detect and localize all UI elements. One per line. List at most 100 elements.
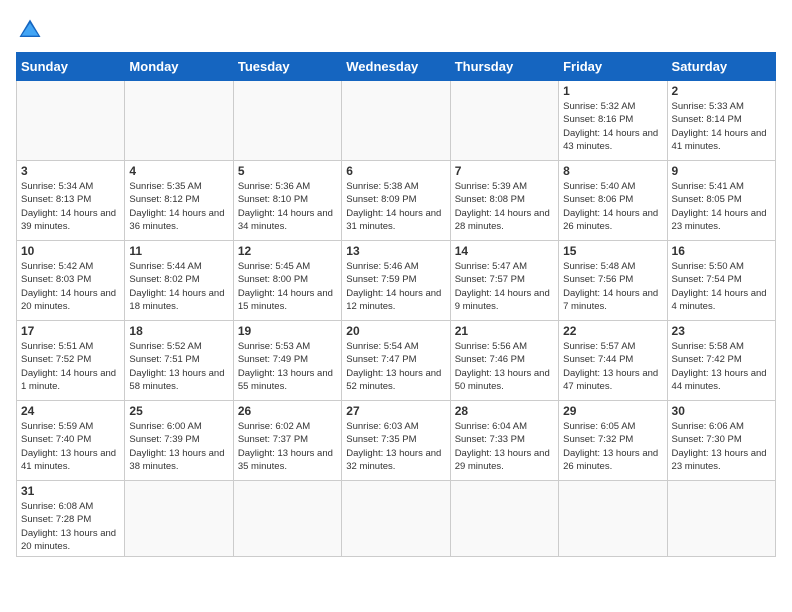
- calendar-cell: 2Sunrise: 5:33 AM Sunset: 8:14 PM Daylig…: [667, 81, 775, 161]
- day-number: 12: [238, 244, 337, 258]
- calendar-cell: 11 Sunrise: 5:44 AM Sunset: 8:02 PM Dayli…: [125, 241, 233, 321]
- calendar-cell: 30 Sunrise: 6:06 AM Sunset: 7:30 PM Dayli…: [667, 401, 775, 481]
- weekday-header-monday: Monday: [125, 53, 233, 81]
- calendar-cell: 22 Sunrise: 5:57 AM Sunset: 7:44 PM Dayli…: [559, 321, 667, 401]
- day-number: 8: [563, 164, 662, 178]
- day-number: 30: [672, 404, 771, 418]
- day-info: Sunrise: 5:53 AM Sunset: 7:49 PM Dayligh…: [238, 340, 337, 393]
- calendar-cell: 25 Sunrise: 6:00 AM Sunset: 7:39 PM Dayli…: [125, 401, 233, 481]
- day-info: Sunrise: 5:40 AM Sunset: 8:06 PM Dayligh…: [563, 180, 662, 233]
- calendar-cell: 15Sunrise: 5:48 AM Sunset: 7:56 PM Dayli…: [559, 241, 667, 321]
- day-info: Sunrise: 5:57 AM Sunset: 7:44 PM Dayligh…: [563, 340, 662, 393]
- day-info: Sunrise: 5:45 AM Sunset: 8:00 PM Dayligh…: [238, 260, 337, 313]
- day-info: Sunrise: 5:34 AM Sunset: 8:13 PM Dayligh…: [21, 180, 120, 233]
- day-number: 29: [563, 404, 662, 418]
- calendar-cell: 5 Sunrise: 5:36 AM Sunset: 8:10 PM Daylig…: [233, 161, 341, 241]
- calendar-week-row: 24 Sunrise: 5:59 AM Sunset: 7:40 PM Dayli…: [17, 401, 776, 481]
- calendar-cell: 26Sunrise: 6:02 AM Sunset: 7:37 PM Dayli…: [233, 401, 341, 481]
- day-number: 31: [21, 484, 120, 498]
- calendar-cell: 1 Sunrise: 5:32 AM Sunset: 8:16 PM Daylig…: [559, 81, 667, 161]
- day-number: 16: [672, 244, 771, 258]
- weekday-header-wednesday: Wednesday: [342, 53, 450, 81]
- day-info: Sunrise: 5:36 AM Sunset: 8:10 PM Dayligh…: [238, 180, 337, 233]
- day-info: Sunrise: 5:46 AM Sunset: 7:59 PM Dayligh…: [346, 260, 445, 313]
- calendar-cell: 14 Sunrise: 5:47 AM Sunset: 7:57 PM Dayli…: [450, 241, 558, 321]
- day-info: Sunrise: 5:33 AM Sunset: 8:14 PM Dayligh…: [672, 100, 771, 153]
- calendar-cell: 12 Sunrise: 5:45 AM Sunset: 8:00 PM Dayli…: [233, 241, 341, 321]
- calendar-cell: 4 Sunrise: 5:35 AM Sunset: 8:12 PM Daylig…: [125, 161, 233, 241]
- calendar-cell: [342, 81, 450, 161]
- weekday-header-thursday: Thursday: [450, 53, 558, 81]
- day-number: 26: [238, 404, 337, 418]
- calendar-cell: [233, 481, 341, 557]
- day-number: 18: [129, 324, 228, 338]
- calendar-cell: 24 Sunrise: 5:59 AM Sunset: 7:40 PM Dayli…: [17, 401, 125, 481]
- day-number: 27: [346, 404, 445, 418]
- day-info: Sunrise: 5:44 AM Sunset: 8:02 PM Dayligh…: [129, 260, 228, 313]
- calendar-cell: 17 Sunrise: 5:51 AM Sunset: 7:52 PM Dayli…: [17, 321, 125, 401]
- day-number: 11: [129, 244, 228, 258]
- day-info: Sunrise: 5:59 AM Sunset: 7:40 PM Dayligh…: [21, 420, 120, 473]
- calendar-cell: 28Sunrise: 6:04 AM Sunset: 7:33 PM Dayli…: [450, 401, 558, 481]
- day-info: Sunrise: 6:06 AM Sunset: 7:30 PM Dayligh…: [672, 420, 771, 473]
- day-info: Sunrise: 5:32 AM Sunset: 8:16 PM Dayligh…: [563, 100, 662, 153]
- day-number: 22: [563, 324, 662, 338]
- calendar-cell: 27 Sunrise: 6:03 AM Sunset: 7:35 PM Dayli…: [342, 401, 450, 481]
- day-number: 5: [238, 164, 337, 178]
- calendar-cell: 31Sunrise: 6:08 AM Sunset: 7:28 PM Dayli…: [17, 481, 125, 557]
- day-info: Sunrise: 5:35 AM Sunset: 8:12 PM Dayligh…: [129, 180, 228, 233]
- calendar-cell: [450, 481, 558, 557]
- calendar-cell: 23Sunrise: 5:58 AM Sunset: 7:42 PM Dayli…: [667, 321, 775, 401]
- day-info: Sunrise: 5:39 AM Sunset: 8:08 PM Dayligh…: [455, 180, 554, 233]
- calendar-cell: [342, 481, 450, 557]
- calendar-cell: 8 Sunrise: 5:40 AM Sunset: 8:06 PM Daylig…: [559, 161, 667, 241]
- day-number: 25: [129, 404, 228, 418]
- calendar-cell: 10 Sunrise: 5:42 AM Sunset: 8:03 PM Dayli…: [17, 241, 125, 321]
- day-number: 1: [563, 84, 662, 98]
- weekday-header-tuesday: Tuesday: [233, 53, 341, 81]
- day-number: 3: [21, 164, 120, 178]
- calendar-cell: 21Sunrise: 5:56 AM Sunset: 7:46 PM Dayli…: [450, 321, 558, 401]
- day-info: Sunrise: 5:48 AM Sunset: 7:56 PM Dayligh…: [563, 260, 662, 313]
- calendar-week-row: 17 Sunrise: 5:51 AM Sunset: 7:52 PM Dayli…: [17, 321, 776, 401]
- calendar-cell: 16 Sunrise: 5:50 AM Sunset: 7:54 PM Dayli…: [667, 241, 775, 321]
- day-info: Sunrise: 5:42 AM Sunset: 8:03 PM Dayligh…: [21, 260, 120, 313]
- calendar-cell: 29 Sunrise: 6:05 AM Sunset: 7:32 PM Dayli…: [559, 401, 667, 481]
- calendar-cell: [667, 481, 775, 557]
- day-info: Sunrise: 5:51 AM Sunset: 7:52 PM Dayligh…: [21, 340, 120, 393]
- day-info: Sunrise: 6:04 AM Sunset: 7:33 PM Dayligh…: [455, 420, 554, 473]
- day-info: Sunrise: 5:41 AM Sunset: 8:05 PM Dayligh…: [672, 180, 771, 233]
- day-info: Sunrise: 5:54 AM Sunset: 7:47 PM Dayligh…: [346, 340, 445, 393]
- day-number: 19: [238, 324, 337, 338]
- calendar-cell: 6Sunrise: 5:38 AM Sunset: 8:09 PM Daylig…: [342, 161, 450, 241]
- day-info: Sunrise: 5:47 AM Sunset: 7:57 PM Dayligh…: [455, 260, 554, 313]
- calendar-cell: [559, 481, 667, 557]
- calendar-cell: [125, 481, 233, 557]
- day-number: 9: [672, 164, 771, 178]
- calendar-cell: 9 Sunrise: 5:41 AM Sunset: 8:05 PM Daylig…: [667, 161, 775, 241]
- calendar-cell: 18Sunrise: 5:52 AM Sunset: 7:51 PM Dayli…: [125, 321, 233, 401]
- calendar-table: SundayMondayTuesdayWednesdayThursdayFrid…: [16, 52, 776, 557]
- day-number: 17: [21, 324, 120, 338]
- day-info: Sunrise: 6:05 AM Sunset: 7:32 PM Dayligh…: [563, 420, 662, 473]
- day-number: 20: [346, 324, 445, 338]
- calendar-cell: [17, 81, 125, 161]
- day-info: Sunrise: 6:03 AM Sunset: 7:35 PM Dayligh…: [346, 420, 445, 473]
- day-info: Sunrise: 6:00 AM Sunset: 7:39 PM Dayligh…: [129, 420, 228, 473]
- calendar-cell: [125, 81, 233, 161]
- calendar-cell: [450, 81, 558, 161]
- page-container: SundayMondayTuesdayWednesdayThursdayFrid…: [16, 16, 776, 557]
- day-number: 21: [455, 324, 554, 338]
- day-number: 24: [21, 404, 120, 418]
- day-number: 4: [129, 164, 228, 178]
- calendar-cell: 3 Sunrise: 5:34 AM Sunset: 8:13 PM Daylig…: [17, 161, 125, 241]
- day-info: Sunrise: 5:50 AM Sunset: 7:54 PM Dayligh…: [672, 260, 771, 313]
- logo: [16, 16, 48, 44]
- header: [16, 16, 776, 44]
- calendar-cell: 7 Sunrise: 5:39 AM Sunset: 8:08 PM Daylig…: [450, 161, 558, 241]
- day-number: 10: [21, 244, 120, 258]
- day-number: 7: [455, 164, 554, 178]
- calendar-week-row: 10 Sunrise: 5:42 AM Sunset: 8:03 PM Dayli…: [17, 241, 776, 321]
- weekday-header-row: SundayMondayTuesdayWednesdayThursdayFrid…: [17, 53, 776, 81]
- day-number: 14: [455, 244, 554, 258]
